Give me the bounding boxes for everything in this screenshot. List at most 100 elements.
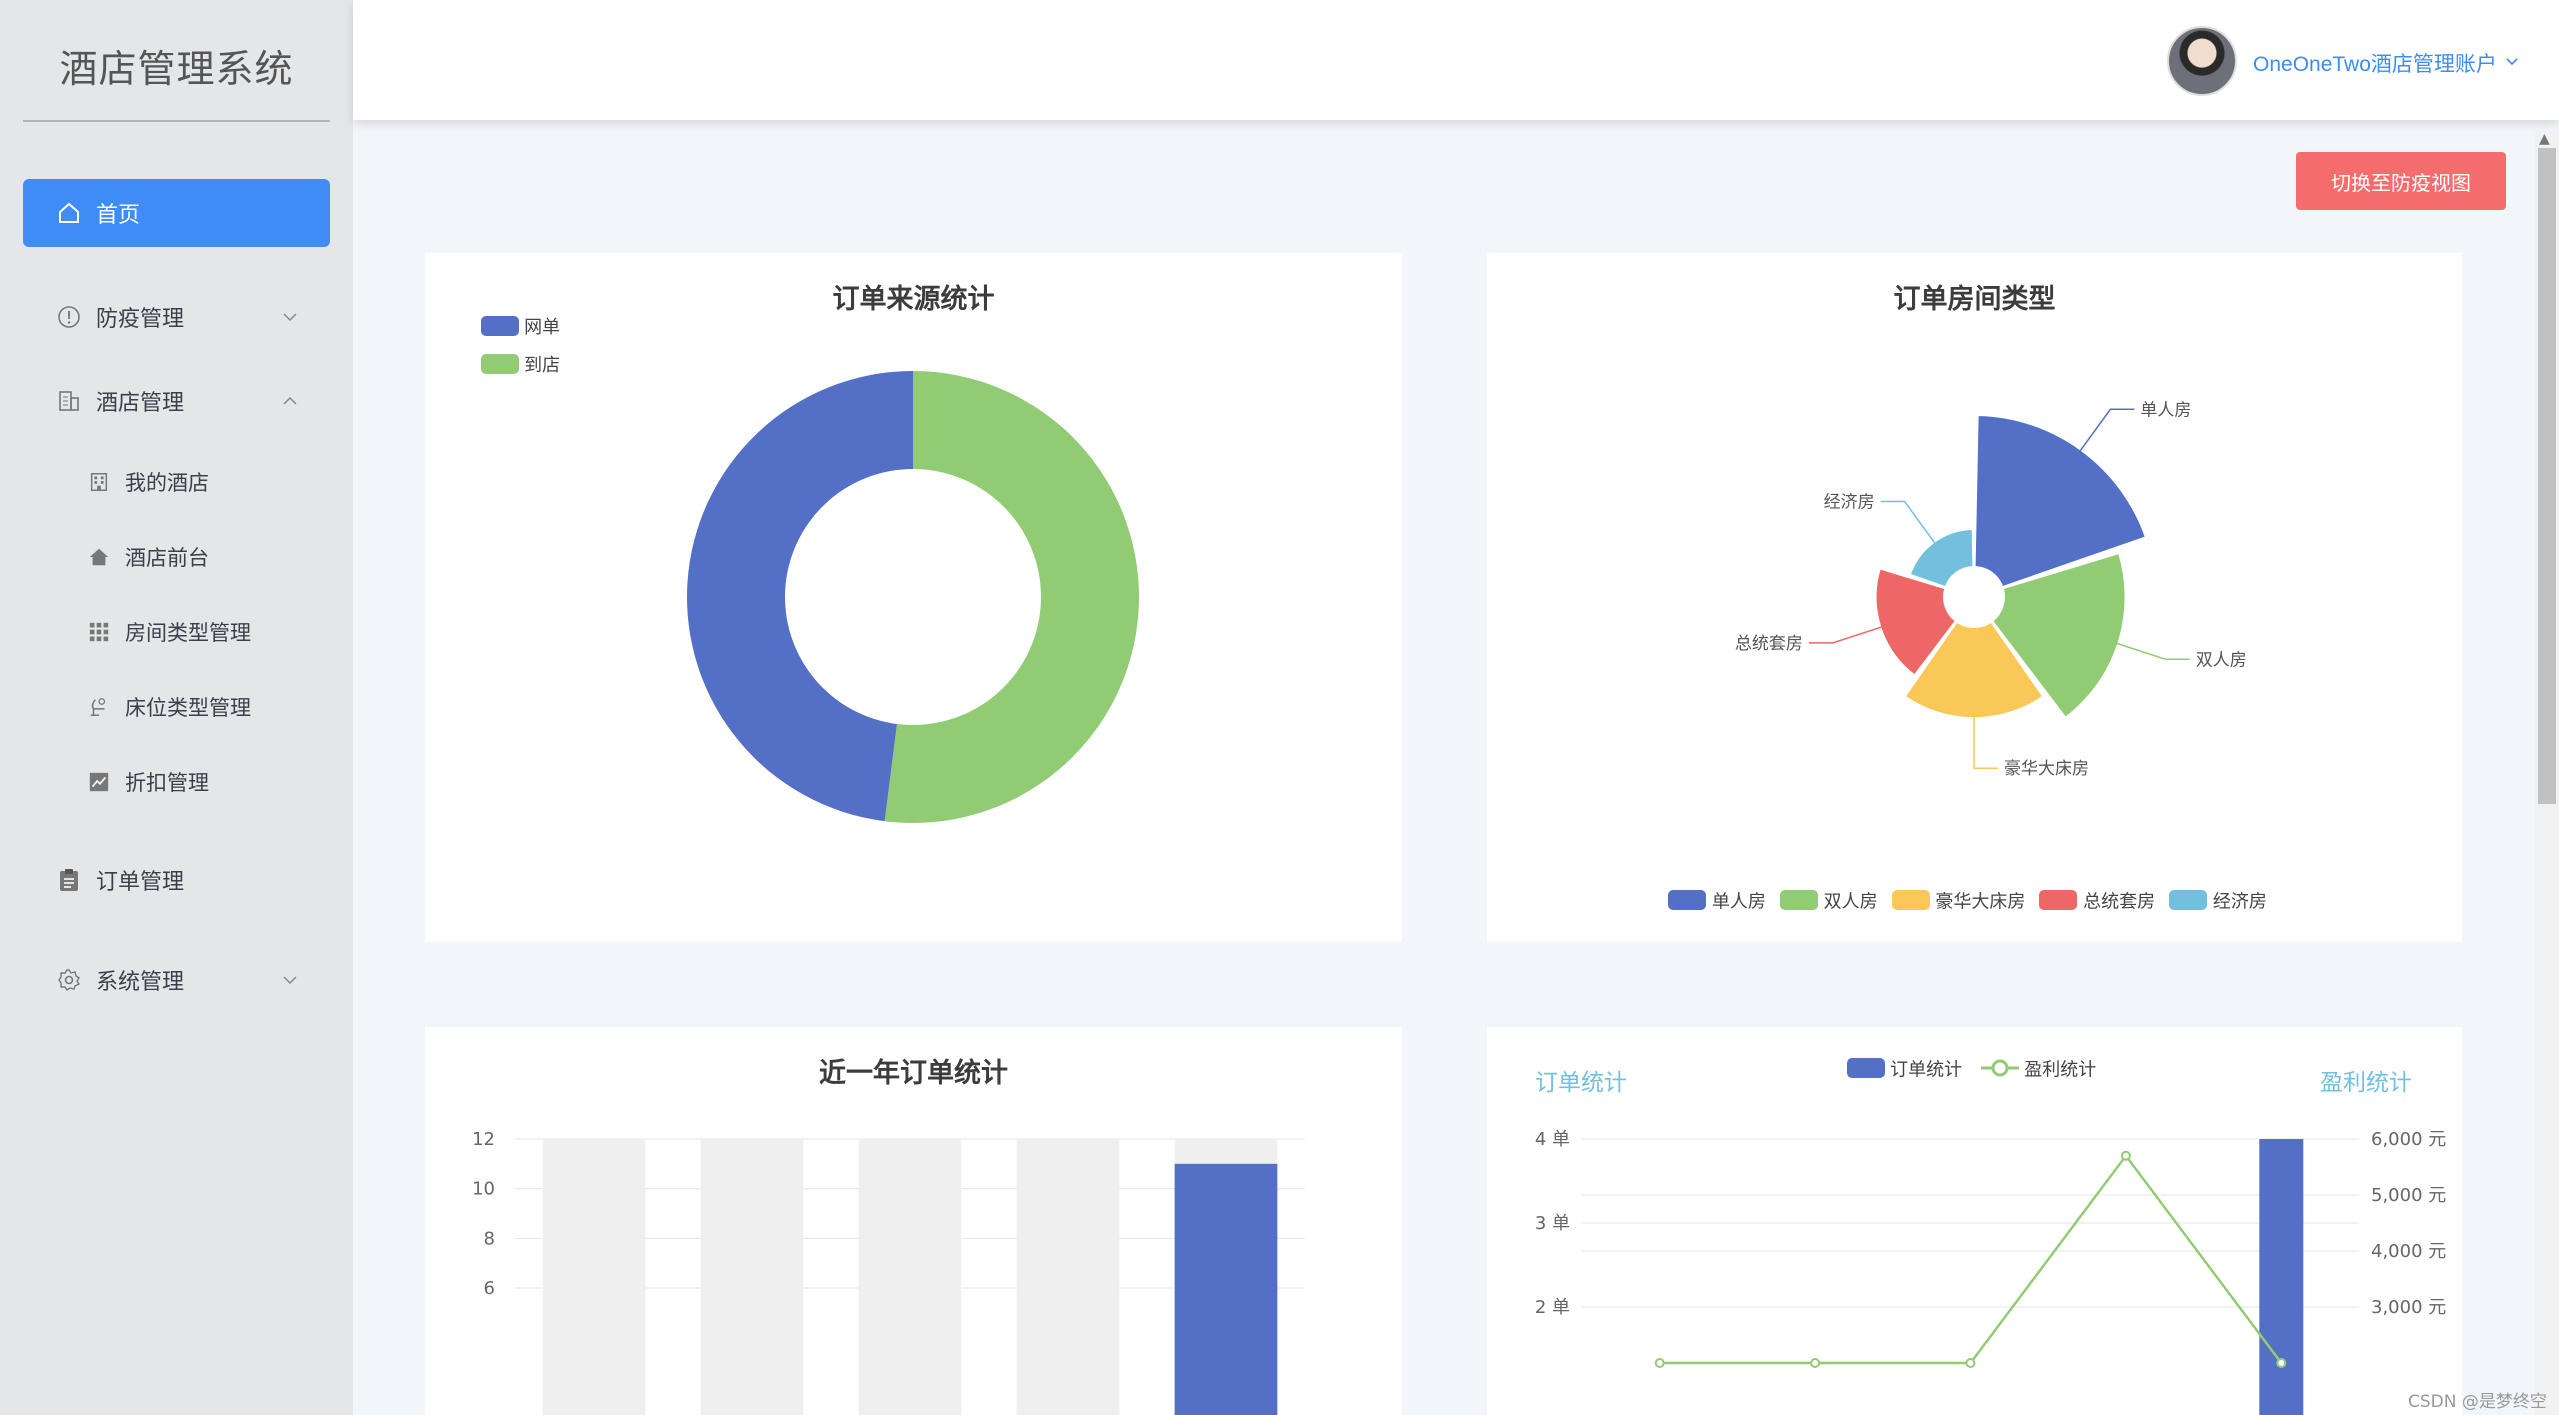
lamp-icon: [87, 695, 111, 719]
app-title: 酒店管理系统: [59, 47, 294, 91]
label-line: [1973, 712, 1998, 769]
legend-item[interactable]: 经济房: [2169, 890, 2267, 912]
room-type-panel: 订单房间类型 单人房 双人房 豪华大床房 总统套房 经济房 单人房 双人房 豪华大床房 …: [1487, 253, 2462, 942]
line-point: [1654, 1358, 1665, 1368]
y-tick-label: 6: [484, 1278, 495, 1299]
y-tick-label: 8: [484, 1228, 495, 1249]
yearly-orders-panel: 近一年订单统计 12 10 8 6: [425, 1027, 1402, 1415]
left-tick-label: 2 单: [1535, 1297, 1570, 1318]
bar-chart: 12 10 8 6: [472, 1129, 1305, 1415]
office-icon: [87, 470, 111, 494]
submenu-item-label: 床位类型管理: [125, 696, 251, 720]
line-point: [1965, 1358, 1976, 1368]
label-line: [2112, 641, 2190, 661]
bar: [2259, 1139, 2304, 1415]
chevron-down-icon[interactable]: [2505, 52, 2519, 71]
legend-swatch: [2169, 890, 2208, 910]
building-icon: [56, 388, 82, 414]
menu-item-orders[interactable]: 订单管理: [23, 846, 330, 914]
legend-label: 经济房: [2207, 891, 2267, 912]
y-tick-label: 10: [472, 1179, 495, 1200]
left-tick-label: 3 单: [1535, 1213, 1570, 1234]
chart-legend: 单人房 双人房 豪华大床房 总统套房 经济房: [1487, 887, 2462, 913]
order-source-panel: 订单来源统计 网单 到店: [425, 253, 1402, 942]
combo-chart: 6,000 元 5,000 元 4,000 元 3,000 元 4 单 3 单 2 单: [1535, 1129, 2446, 1415]
slice-label: 豪华大床房: [2004, 758, 2089, 779]
menu-item-label: 酒店管理: [96, 391, 185, 416]
slice-label: 总统套房: [1735, 634, 1803, 654]
donut-slice: [884, 371, 1140, 824]
donut-slice: [687, 371, 913, 822]
trend-chart-icon: [87, 770, 111, 794]
legend-item[interactable]: 双人房: [1779, 890, 1878, 912]
submenu-item-label: 我的酒店: [125, 471, 209, 495]
legend-swatch: [1891, 890, 1930, 910]
left-tick-label: 4 单: [1535, 1129, 1570, 1150]
watermark: CSDN @是梦终空: [2408, 1392, 2547, 1412]
line-point: [2276, 1358, 2287, 1368]
label-line: [2076, 408, 2135, 456]
submenu-item-label: 折扣管理: [125, 771, 209, 795]
slice-label: 双人房: [2196, 650, 2247, 670]
submenu-item-label: 房间类型管理: [125, 621, 251, 645]
y-tick-label: 12: [472, 1129, 495, 1150]
bar-background: [542, 1139, 646, 1415]
submenu-item-discounts[interactable]: 折扣管理: [23, 752, 330, 812]
menu-item-label: 订单管理: [96, 870, 185, 895]
label-line: [1880, 500, 1939, 548]
menu-item-system[interactable]: 系统管理: [23, 946, 330, 1014]
bar: [1174, 1163, 1278, 1415]
house-icon: [87, 545, 111, 569]
sidebar-divider: [23, 120, 330, 122]
submenu-item-front-desk[interactable]: 酒店前台: [23, 527, 330, 587]
label-line: [1808, 624, 1887, 644]
legend-item[interactable]: 单人房: [1668, 890, 1766, 912]
line-point: [1810, 1358, 1821, 1368]
rose-chart: 单人房双人房豪华大床房 总统套房 经济房: [1735, 400, 2247, 779]
menu-item-hotel[interactable]: 酒店管理: [23, 367, 330, 435]
submenu-item-bed-types[interactable]: 床位类型管理: [23, 677, 330, 737]
user-avatar[interactable]: [2167, 26, 2237, 96]
chevron-up-icon: [280, 396, 300, 406]
legend-label: 总统套房: [2077, 891, 2156, 912]
bar-background: [858, 1139, 962, 1415]
scroll-up-icon[interactable]: ▲: [2539, 131, 2550, 147]
legend-label: 双人房: [1817, 891, 1878, 912]
legend-swatch: [1779, 890, 1818, 910]
menu-item-label: 首页: [96, 203, 141, 228]
home-icon: [56, 200, 82, 226]
right-tick-label: 3,000 元: [2371, 1297, 2446, 1318]
legend-label: 豪华大床房: [1929, 891, 2026, 912]
order-profit-panel: 订单统计 盈利统计 订单统计 盈利统计 6,000 元 5,000 元 4,000 …: [1487, 1027, 2462, 1415]
chevron-down-icon: [280, 312, 300, 322]
right-tick-label: 5,000 元: [2371, 1185, 2446, 1206]
chevron-down-icon: [280, 975, 300, 985]
rose-slice: [1908, 528, 1975, 589]
legend-item[interactable]: 豪华大床房: [1891, 890, 2026, 912]
submenu-item-label: 酒店前台: [125, 546, 209, 570]
switch-epidemic-view-button[interactable]: 切换至防疫视图: [2296, 152, 2506, 210]
menu-item-epidemic[interactable]: 防疫管理: [23, 283, 330, 351]
menu-item-home[interactable]: 首页: [23, 179, 330, 247]
right-tick-label: 6,000 元: [2371, 1129, 2446, 1150]
bar-background: [700, 1139, 804, 1415]
line-series: [1659, 1153, 2283, 1365]
submenu-item-room-types[interactable]: 房间类型管理: [23, 602, 330, 662]
line-point: [2120, 1150, 2131, 1161]
grid-icon: [87, 620, 111, 644]
slice-label: 经济房: [1824, 493, 1875, 513]
legend-swatch: [2039, 890, 2078, 910]
clipboard-icon: [56, 867, 82, 893]
legend-item[interactable]: 总统套房: [2039, 890, 2156, 912]
menu-item-label: 防疫管理: [96, 307, 185, 332]
submenu-item-my-hotel[interactable]: 我的酒店: [23, 452, 330, 512]
alert-circle-icon: [56, 304, 82, 330]
account-name[interactable]: OneOneTwo酒店管理账户: [2253, 48, 2497, 78]
scrollbar-thumb[interactable]: [2538, 148, 2556, 804]
legend-label: 单人房: [1706, 891, 1766, 912]
slice-label: 单人房: [2140, 400, 2191, 420]
legend-swatch: [1668, 890, 1707, 910]
right-tick-label: 4,000 元: [2371, 1241, 2446, 1262]
menu-item-label: 系统管理: [96, 970, 185, 995]
donut-chart: [687, 371, 1140, 824]
